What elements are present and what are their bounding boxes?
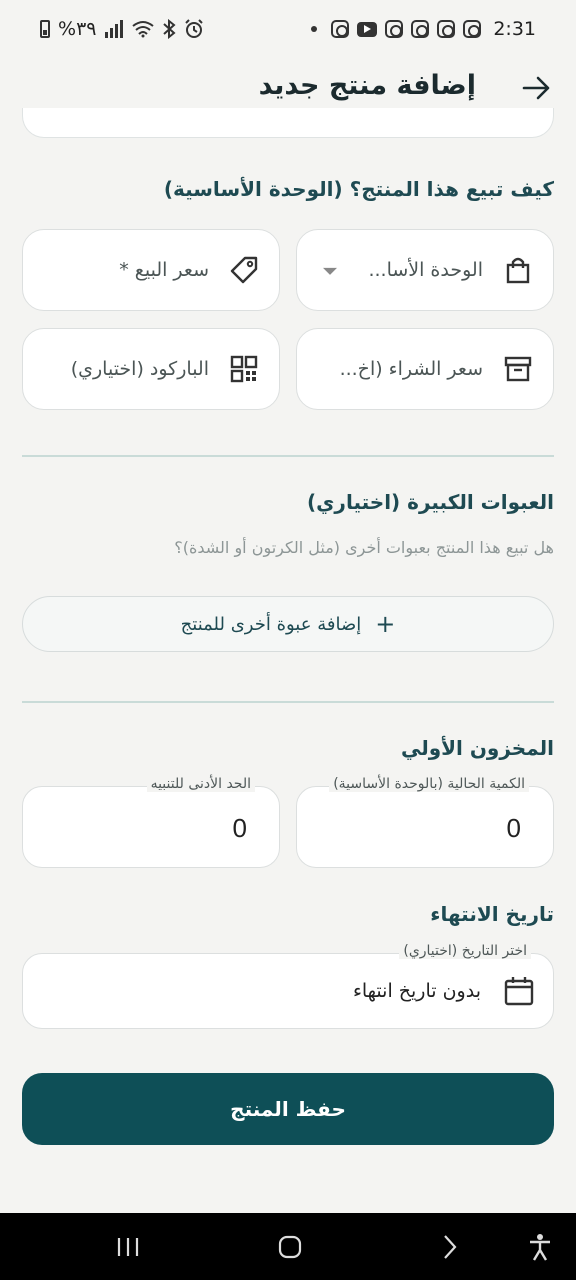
base-unit-dropdown[interactable]: الوحدة الأسا... — [296, 229, 554, 311]
bluetooth-icon — [163, 19, 177, 39]
purchase-price-placeholder: سعر الشراء (اخ... — [339, 358, 483, 380]
add-package-label: إضافة عبوة أخرى للمنتج — [180, 613, 362, 635]
section-divider — [22, 701, 554, 703]
selling-price-placeholder: سعر البيع * — [119, 259, 209, 281]
accessibility-button[interactable] — [514, 1213, 566, 1280]
purchase-price-field[interactable]: سعر الشراء (اخ... — [296, 328, 554, 410]
instagram-icon — [463, 20, 482, 38]
back-arrow-icon — [522, 76, 550, 100]
recent-apps-icon — [117, 1237, 139, 1256]
signal-icon — [105, 20, 124, 38]
status-icons-left: %٣٩ — [40, 18, 204, 40]
min-alert-label: الحد الأدنى للتنبيه — [146, 776, 255, 792]
current-qty-value: 0 — [506, 813, 521, 843]
tag-icon — [229, 255, 259, 285]
recent-apps-button[interactable] — [100, 1213, 156, 1280]
expiry-date-label: اختر التاريخ (اختياري) — [399, 943, 531, 959]
barcode-placeholder: الباركود (اختياري) — [70, 358, 209, 380]
current-qty-label: الكمية الحالية (بالوحدة الأساسية) — [329, 776, 529, 792]
home-icon — [278, 1235, 302, 1258]
base-unit-placeholder: الوحدة الأسا... — [368, 259, 483, 281]
back-button[interactable] — [518, 70, 554, 106]
dropdown-caret-icon — [323, 267, 337, 275]
instagram-icon — [437, 20, 456, 38]
archive-box-icon — [503, 354, 533, 384]
alarm-icon — [185, 19, 204, 38]
selling-price-field[interactable]: سعر البيع * — [22, 229, 280, 311]
qr-code-icon — [229, 354, 259, 384]
back-nav-button[interactable] — [422, 1213, 478, 1280]
status-time: 2:31 — [493, 18, 536, 40]
status-icons-right: 2:31 — [311, 18, 536, 40]
back-chevron-icon — [444, 1234, 457, 1259]
system-nav-bar — [0, 1213, 576, 1280]
battery-icon — [40, 20, 50, 38]
calendar-icon — [503, 975, 535, 1007]
previous-field-card — [22, 108, 554, 138]
accessibility-icon — [530, 1233, 550, 1261]
save-product-button[interactable]: حفظ المنتج — [22, 1073, 554, 1145]
shopping-bag-icon — [503, 255, 533, 285]
stock-section-title: المخزون الأولي — [400, 736, 554, 760]
expiry-date-picker[interactable]: اختر التاريخ (اختياري) بدون تاريخ انتهاء — [22, 943, 554, 1029]
instagram-icon — [411, 20, 430, 38]
instagram-icon — [385, 20, 404, 38]
current-qty-field[interactable]: الكمية الحالية (بالوحدة الأساسية) 0 — [296, 776, 554, 868]
packages-section-title: العبوات الكبيرة (اختياري) — [306, 490, 554, 514]
page-title: إضافة منتج جديد — [258, 70, 476, 101]
barcode-field[interactable]: الباركود (اختياري) — [22, 328, 280, 410]
youtube-icon — [357, 21, 378, 37]
home-button[interactable] — [262, 1213, 318, 1280]
wifi-icon — [132, 21, 155, 38]
expiry-section-title: تاريخ الانتهاء — [430, 902, 554, 926]
packages-hint: هل تبيع هذا المنتج بعبوات أخرى (مثل الكر… — [174, 538, 554, 557]
instagram-icon — [331, 20, 350, 38]
expiry-date-value: بدون تاريخ انتهاء — [352, 980, 481, 1002]
status-bar: %٣٩ 2:31 — [0, 0, 576, 58]
battery-percent: %٣٩ — [58, 18, 97, 40]
unit-section-title: كيف تبيع هذا المنتج؟ (الوحدة الأساسية) — [163, 177, 554, 201]
plus-icon: + — [375, 610, 396, 638]
section-divider — [22, 455, 554, 457]
notification-dot-icon — [311, 26, 318, 32]
add-package-button[interactable]: + إضافة عبوة أخرى للمنتج — [22, 596, 554, 652]
min-alert-value: 0 — [232, 813, 247, 843]
min-alert-field[interactable]: الحد الأدنى للتنبيه 0 — [22, 776, 280, 868]
